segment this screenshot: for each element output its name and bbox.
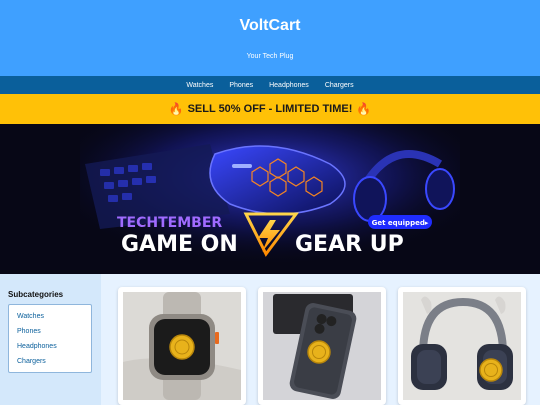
hero-banner[interactable]: TECHTEMBER GAME ON GEAR UP Get equipped▸: [0, 124, 540, 274]
banner-headline-left: GAME ON: [121, 232, 238, 257]
subcategory-phones[interactable]: Phones: [17, 324, 91, 339]
product-grid: [101, 274, 540, 405]
subcategory-list: Watches Phones Headphones Chargers: [8, 304, 92, 373]
brand-logo[interactable]: VoltCart: [0, 17, 540, 35]
hero-artwork: TECHTEMBER GAME ON GEAR UP Get equipped▸: [0, 124, 540, 274]
product-card-headphones[interactable]: [398, 287, 526, 405]
nav-item-watches[interactable]: Watches: [186, 82, 213, 89]
nav-item-phones[interactable]: Phones: [229, 82, 253, 89]
get-equipped-button[interactable]: Get equipped▸: [368, 215, 432, 229]
fire-icon: 🔥: [356, 102, 372, 116]
promo-text: SELL 50% OFF - LIMITED TIME!: [187, 103, 353, 115]
product-card-watch[interactable]: [118, 287, 246, 405]
nav-item-headphones[interactable]: Headphones: [269, 82, 309, 89]
main-nav: Watches Phones Headphones Chargers: [0, 76, 540, 94]
promo-banner: 🔥 SELL 50% OFF - LIMITED TIME! 🔥: [0, 94, 540, 124]
banner-headline-right: GEAR UP: [295, 232, 404, 257]
fire-icon: 🔥: [168, 102, 184, 116]
banner-kicker: TECHTEMBER: [117, 215, 222, 231]
site-header: VoltCart Your Tech Plug: [0, 0, 540, 76]
tagline: Your Tech Plug: [246, 53, 294, 60]
product-card-phone[interactable]: [258, 287, 386, 405]
subcategories-sidebar: Subcategories Watches Phones Headphones …: [0, 274, 101, 405]
smartwatch-icon: [123, 292, 241, 400]
smartphone-icon: [263, 292, 381, 400]
nav-item-chargers[interactable]: Chargers: [325, 82, 354, 89]
sidebar-title: Subcategories: [8, 290, 64, 299]
headphones-icon: [403, 292, 521, 400]
subcategory-chargers[interactable]: Chargers: [17, 354, 91, 369]
subcategory-headphones[interactable]: Headphones: [17, 339, 91, 354]
get-equipped-label: Get equipped▸: [372, 219, 429, 227]
subcategory-watches[interactable]: Watches: [17, 309, 91, 324]
